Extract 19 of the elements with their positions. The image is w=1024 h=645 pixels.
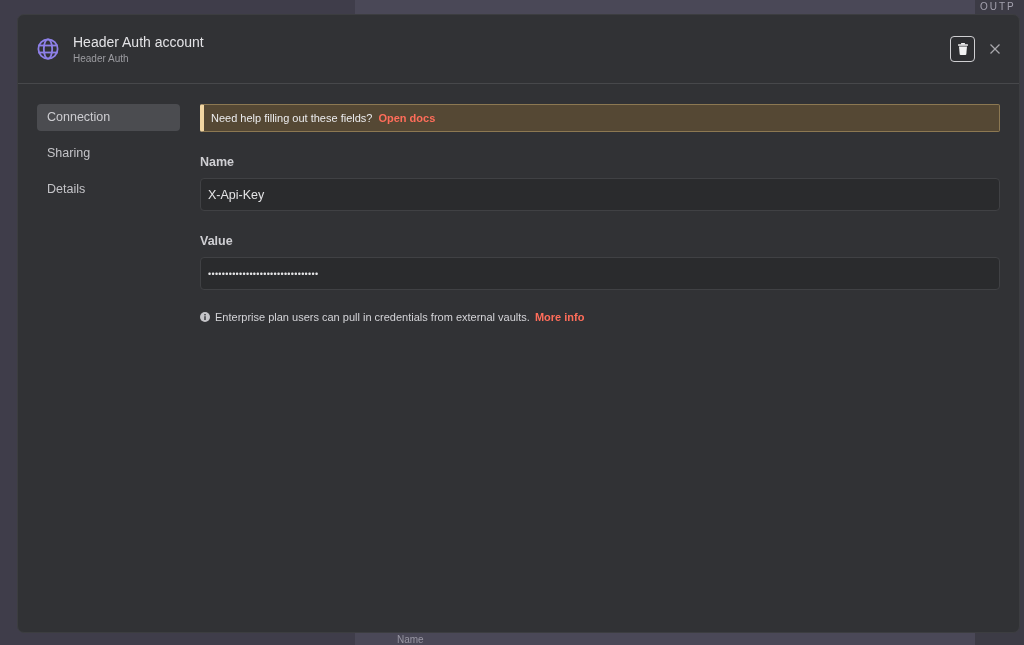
input-field[interactable]: X-Api-Key — [200, 178, 1000, 211]
field-label: Value — [200, 233, 234, 249]
field-label: Name — [200, 154, 236, 170]
trash-icon — [957, 43, 968, 55]
sidebar-tab[interactable]: Connection — [37, 104, 180, 131]
info-icon — [200, 312, 210, 322]
close-icon[interactable] — [990, 44, 1000, 54]
delete-button[interactable] — [950, 36, 975, 62]
panel-heading: OUTP — [980, 1, 1016, 12]
password-field[interactable]: •••••••••••••••••••••••••••••••• — [200, 257, 1000, 290]
dialog-title: Header Auth account — [73, 33, 204, 51]
info-text: Enterprise plan users can pull in credentials from external vaults. — [215, 311, 530, 323]
sidebar-tab[interactable]: Sharing — [37, 140, 180, 167]
more-info-link[interactable]: More info — [534, 311, 585, 323]
field-label: Name — [397, 634, 424, 645]
globe-icon — [37, 38, 59, 60]
sidebar-tab[interactable]: Details — [37, 176, 180, 203]
notice-text: Need help filling out these fields? — [211, 112, 373, 124]
credential-type: Header Auth — [73, 51, 130, 65]
